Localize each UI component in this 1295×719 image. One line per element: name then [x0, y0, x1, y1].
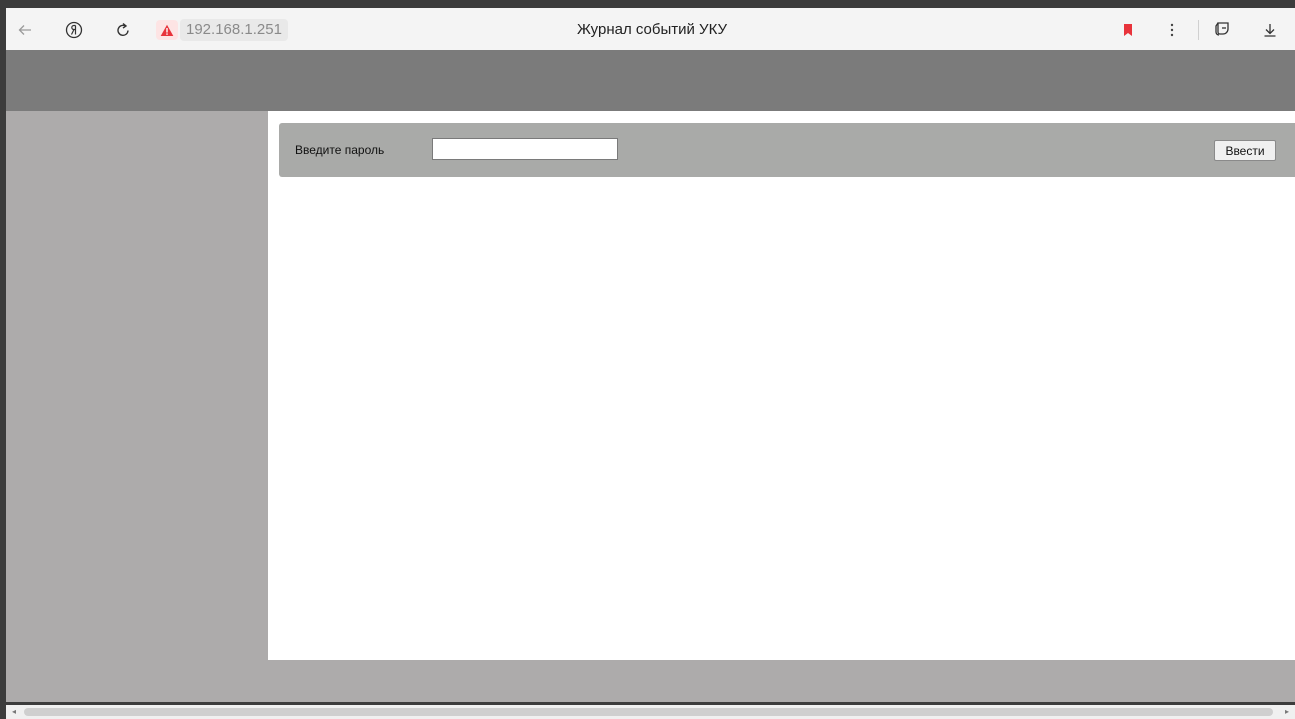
- tab-title: Журнал событий УКУ: [576, 21, 728, 38]
- reload-icon[interactable]: [112, 19, 134, 41]
- page-header-band: [6, 50, 1295, 111]
- address-bar[interactable]: 192.168.1.251 Журнал событий УКУ: [152, 16, 1200, 44]
- browser-toolbar: 192.168.1.251 Журнал событий УКУ: [6, 8, 1295, 50]
- url-text[interactable]: 192.168.1.251: [180, 19, 288, 41]
- protect-icon[interactable]: [1212, 19, 1234, 41]
- horizontal-scrollbar[interactable]: ◂ ▸: [6, 705, 1295, 719]
- scroll-left-icon[interactable]: ◂: [9, 707, 19, 717]
- page-viewport: Введите пароль Ввести: [6, 50, 1295, 702]
- yandex-logo-icon[interactable]: [63, 19, 85, 41]
- login-panel: Введите пароль Ввести: [279, 123, 1295, 177]
- bookmark-icon[interactable]: [1117, 19, 1139, 41]
- main-content: Введите пароль Ввести: [268, 111, 1295, 660]
- submit-button[interactable]: Ввести: [1214, 140, 1276, 161]
- scrollbar-thumb[interactable]: [24, 708, 1273, 716]
- security-warning-icon[interactable]: [156, 20, 178, 40]
- scroll-right-icon[interactable]: ▸: [1282, 707, 1292, 717]
- download-icon[interactable]: [1259, 19, 1281, 41]
- menu-dots-icon[interactable]: [1161, 19, 1183, 41]
- back-arrow-icon[interactable]: [14, 19, 36, 41]
- toolbar-separator: [1198, 20, 1199, 40]
- browser-window: 192.168.1.251 Журнал событий УКУ Введите…: [0, 0, 1295, 719]
- password-input[interactable]: [432, 138, 618, 160]
- password-label: Введите пароль: [295, 143, 385, 157]
